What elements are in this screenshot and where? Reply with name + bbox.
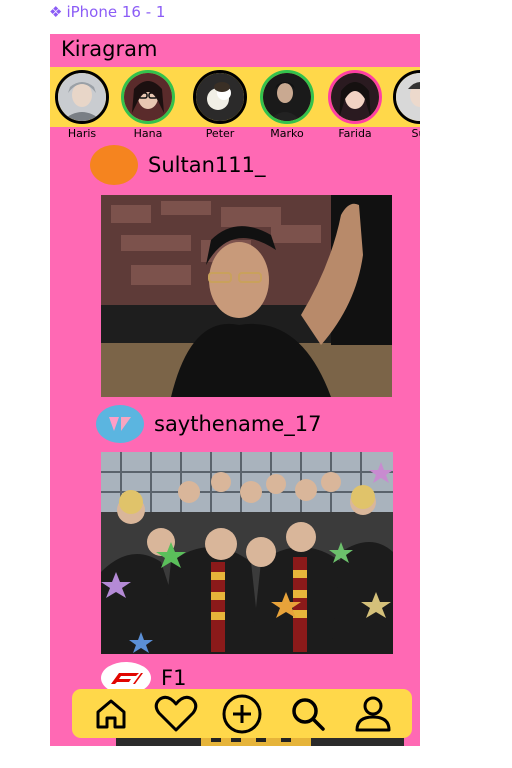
app-title: Kiragram [61,37,158,61]
phone-screen: Kiragram Haris Hana Peter Marko Farida S… [50,34,420,746]
post-username[interactable]: F1 [161,666,186,690]
story-avatar [55,70,109,124]
story-avatar [193,70,247,124]
story-label: Haris [67,127,97,140]
heart-icon[interactable] [153,691,199,737]
post-header[interactable]: saythename_17 [96,405,321,443]
orange-circle-avatar[interactable] [90,145,138,185]
bottom-nav [72,689,412,738]
profile-icon[interactable] [350,691,396,737]
post-username[interactable]: saythename_17 [154,412,321,436]
story-label: Sul [411,127,420,140]
frame-name: iPhone 16 - 1 [66,3,166,21]
story-haris[interactable]: Haris [52,70,112,140]
story-label: Farida [338,127,372,140]
post-photo[interactable] [101,452,393,654]
story-peter[interactable]: Peter [190,70,250,140]
story-avatar [328,70,382,124]
story-farida[interactable]: Farida [325,70,385,140]
home-icon[interactable] [88,691,134,737]
seventeen-logo[interactable] [96,405,144,443]
story-label: Marko [270,127,304,140]
story-marko[interactable]: Marko [257,70,317,140]
add-circle-icon[interactable] [219,691,265,737]
story-label: Hana [133,127,163,140]
post-header[interactable]: Sultan111_ [90,145,265,185]
component-diamond-icon: ❖ [49,3,63,21]
story-avatar [121,70,175,124]
story-sul[interactable]: Sul [390,70,420,140]
story-avatar [393,70,420,124]
post-photo[interactable] [101,195,392,397]
search-icon[interactable] [285,691,331,737]
story-label: Peter [205,127,235,140]
story-hana[interactable]: Hana [118,70,178,140]
story-avatar [260,70,314,124]
frame-label: ❖ iPhone 16 - 1 [49,3,165,21]
post-username[interactable]: Sultan111_ [148,153,265,177]
